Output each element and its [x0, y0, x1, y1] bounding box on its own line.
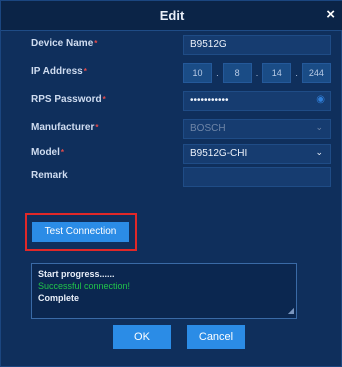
log-line: Successful connection!: [38, 281, 131, 291]
test-connection-highlight: Test Connection: [25, 213, 137, 251]
device-name-label: Device Name*: [31, 38, 98, 49]
dialog-title: Edit: [159, 8, 185, 23]
ip-dot: .: [255, 68, 259, 78]
chevron-down-icon: ⌄: [315, 147, 323, 157]
ip-address-label: IP Address*: [31, 66, 87, 77]
close-icon[interactable]: ×: [326, 7, 335, 23]
manufacturer-row: Manufacturer* BOSCH ⌄: [31, 119, 331, 141]
remark-label: Remark: [31, 170, 68, 181]
remark-field[interactable]: [183, 167, 331, 187]
ip-address-row: IP Address* 10 . 8 . 14 . 244: [31, 63, 331, 85]
edit-dialog: Edit × Device Name* B9512G IP Address* 1…: [0, 0, 342, 367]
model-row: Model* B9512G-CHI ⌄: [31, 144, 331, 166]
ip-dot: .: [216, 68, 219, 78]
device-name-row: Device Name* B9512G: [31, 35, 331, 57]
ip-octet-1[interactable]: 10: [183, 63, 213, 83]
resize-handle-icon[interactable]: ◢: [288, 305, 294, 317]
chevron-down-icon: ⌄: [315, 122, 323, 132]
ok-button[interactable]: OK: [113, 325, 171, 349]
ip-octet-4[interactable]: 244: [301, 63, 331, 83]
eye-icon[interactable]: ◉: [316, 94, 325, 105]
ip-octet-3[interactable]: 14: [262, 63, 292, 83]
log-line: Start progress......: [38, 269, 115, 279]
device-name-field[interactable]: B9512G: [183, 35, 331, 55]
dialog-titlebar: Edit ×: [1, 1, 342, 31]
rps-password-label: RPS Password*: [31, 94, 106, 105]
cancel-button[interactable]: Cancel: [187, 325, 245, 349]
remark-row: Remark: [31, 167, 331, 189]
manufacturer-label: Manufacturer*: [31, 122, 99, 133]
model-label: Model*: [31, 147, 65, 158]
manufacturer-select[interactable]: BOSCH ⌄: [183, 119, 331, 139]
ip-address-field: 10 . 8 . 14 . 244: [183, 63, 331, 83]
ip-dot: .: [295, 68, 298, 78]
model-select[interactable]: B9512G-CHI ⌄: [183, 144, 331, 164]
model-value: B9512G-CHI: [190, 148, 248, 159]
password-value: •••••••••••: [190, 95, 229, 106]
log-line: Complete: [38, 293, 80, 303]
manufacturer-value: BOSCH: [190, 123, 226, 134]
ip-octet-2[interactable]: 8: [222, 63, 252, 83]
connection-log[interactable]: Start progress...... Successful connecti…: [31, 263, 297, 319]
rps-password-row: RPS Password* ••••••••••• ◉: [31, 91, 331, 113]
test-connection-button[interactable]: Test Connection: [32, 222, 129, 242]
rps-password-field[interactable]: ••••••••••• ◉: [183, 91, 331, 111]
